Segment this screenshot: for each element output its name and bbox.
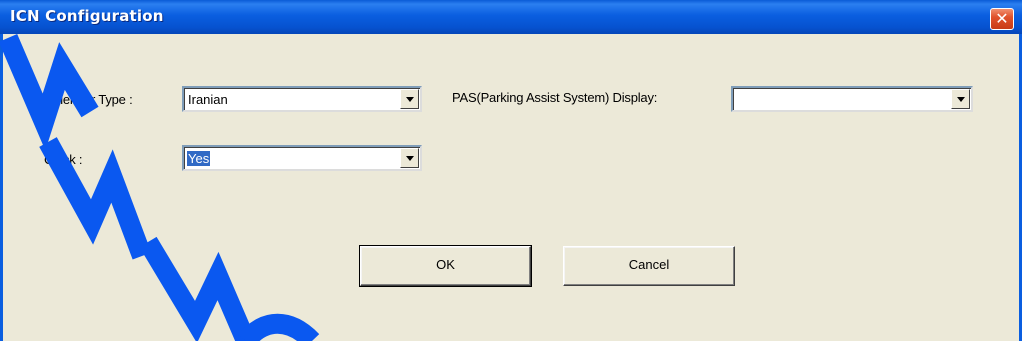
clock-select[interactable]: Yes	[182, 145, 422, 171]
pas-display-dropdown-arrow-icon[interactable]	[951, 89, 970, 109]
close-icon[interactable]: ✕	[990, 8, 1014, 30]
window-title: ICN Configuration	[10, 7, 164, 25]
dialog-body	[0, 34, 1022, 341]
ok-button[interactable]: OK	[359, 245, 532, 287]
clock-label: Clock :	[44, 152, 83, 167]
calendar-type-select[interactable]: Iranian	[182, 86, 422, 112]
icn-configuration-dialog: ICN Configuration ✕ Calender Type : Iran…	[0, 0, 1022, 341]
cancel-button[interactable]: Cancel	[563, 246, 735, 286]
calendar-type-dropdown-arrow-icon[interactable]	[400, 89, 419, 109]
calendar-type-value: Iranian	[188, 92, 228, 107]
clock-dropdown-arrow-icon[interactable]	[400, 148, 419, 168]
calendar-type-label: Calender Type :	[44, 92, 133, 107]
title-bar[interactable]: ICN Configuration ✕	[0, 0, 1022, 34]
pas-display-select[interactable]	[731, 86, 973, 112]
clock-value: Yes	[187, 151, 211, 166]
pas-display-label: PAS(Parking Assist System) Display:	[452, 90, 658, 105]
